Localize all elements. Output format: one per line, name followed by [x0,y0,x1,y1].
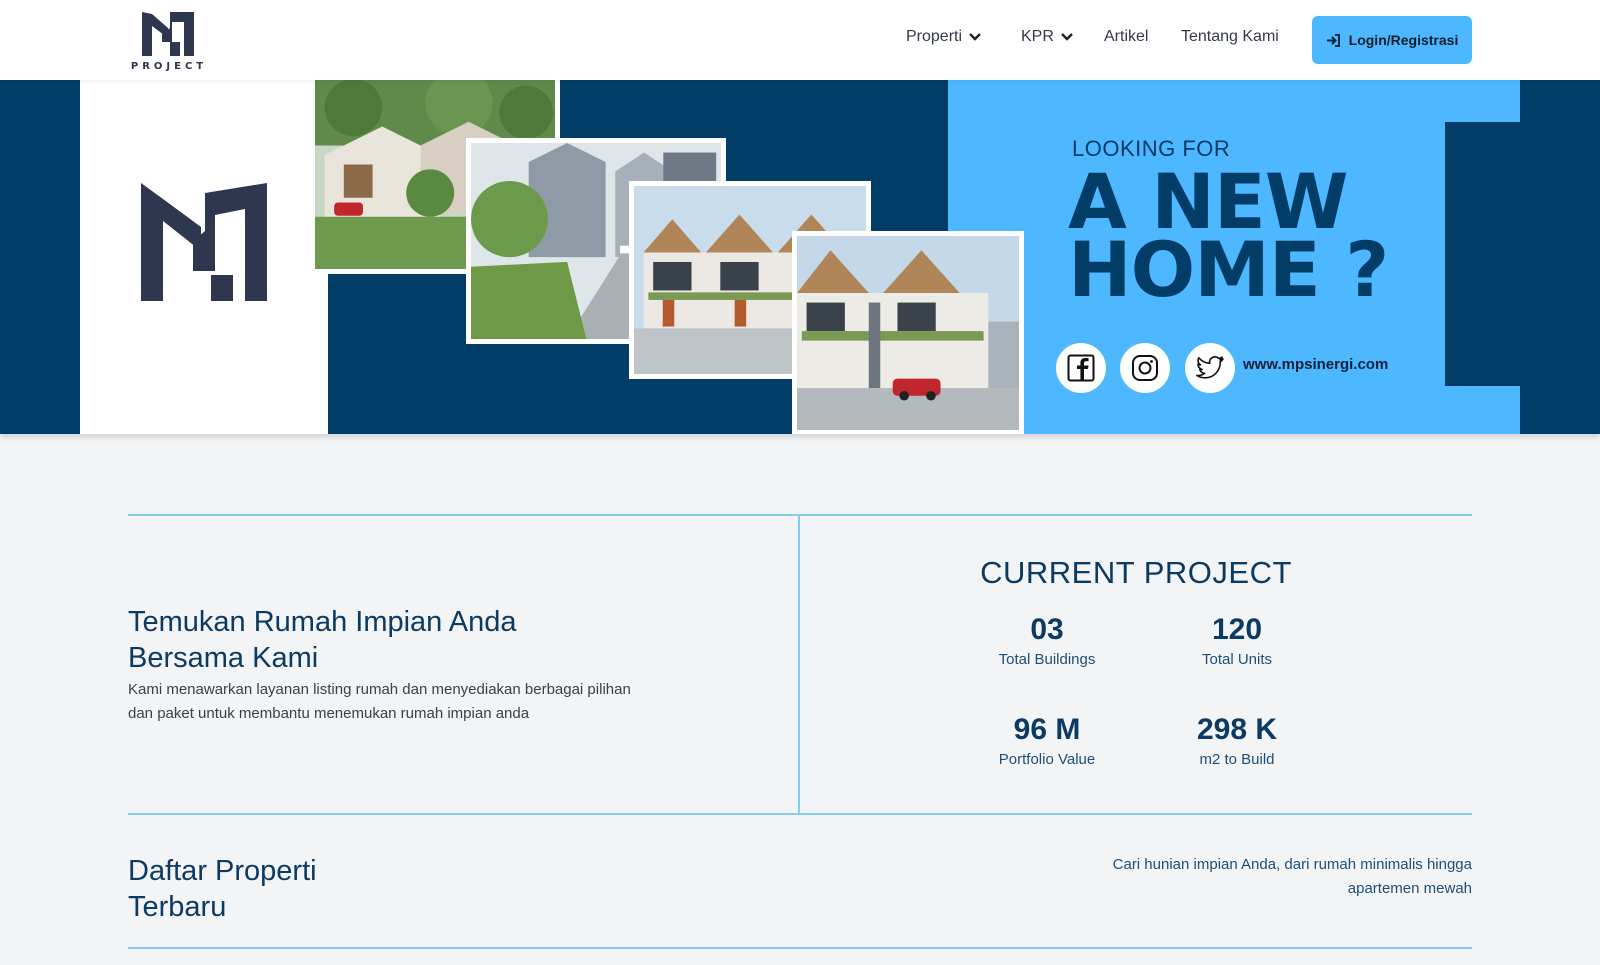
mp-logo-icon [142,12,194,56]
stat-value: 96 M [1013,713,1081,746]
intro-title: Temukan Rumah Impian Anda Bersama Kami [128,604,517,676]
login-register-button[interactable]: Login/Registrasi [1312,16,1472,64]
column-divider [798,515,800,814]
brand-logo[interactable]: PROJECT [126,8,212,74]
facebook-button[interactable] [1056,343,1106,393]
hero-title-line: HOME ? [1068,225,1389,314]
hero-banner[interactable]: LOOKING FOR A NEW HOME ? www.mpsinergi.c… [0,80,1600,434]
house-facade-photo [792,231,1024,434]
section-divider [128,514,1472,516]
nav-item-properti[interactable]: Properti [906,28,982,46]
instagram-icon [1132,355,1158,381]
intro-description: Kami menawarkan layanan listing rumah da… [128,678,688,726]
mp-logo-icon [141,183,267,301]
listing-title-line: Terbaru [128,891,227,923]
intro-description-line: Kami menawarkan layanan listing rumah da… [128,681,631,698]
stats-title: CURRENT PROJECT [980,555,1292,590]
nav-item-kpr[interactable]: KPR [1021,28,1074,46]
stat-label: m2 to Build [1199,751,1275,768]
nav-label: KPR [1021,28,1054,45]
twitter-icon [1196,356,1224,379]
intro-title-line: Bersama Kami [128,642,319,674]
stat-portfolio-value: 96 M Portfolio Value [957,712,1137,768]
stat-label: Portfolio Value [998,751,1096,768]
listing-description: Cari hunian impian Anda, dari rumah mini… [1072,853,1472,901]
stat-label: Total Buildings [998,651,1096,668]
listing-title: Daftar Properti Terbaru [128,853,317,925]
hero-accent-block [1445,122,1520,386]
instagram-button[interactable] [1120,343,1170,393]
section-divider [128,813,1472,815]
intro-description-line: dan paket untuk membantu menemukan rumah… [128,705,530,722]
intro-title-line: Temukan Rumah Impian Anda [128,606,517,638]
login-register-label: Login/Registrasi [1348,32,1459,48]
listing-description-line: apartemen mewah [1347,880,1472,897]
nav-item-artikel[interactable]: Artikel [1104,28,1148,46]
section-divider [128,947,1472,949]
stat-m2-to-build: 298 K m2 to Build [1147,712,1327,768]
stat-total-buildings: 03 Total Buildings [957,612,1137,668]
brand-text: PROJECT [130,61,208,72]
nav-label: Tentang Kami [1181,28,1279,45]
nav-item-tentang-kami[interactable]: Tentang Kami [1181,28,1279,46]
facebook-icon [1067,354,1095,382]
nav-label: Artikel [1104,28,1149,45]
stat-total-units: 120 Total Units [1147,612,1327,668]
hero-title: A NEW HOME ? [1068,164,1389,314]
nav-label: Properti [906,28,963,45]
sign-in-icon [1326,33,1340,47]
website-link[interactable]: www.mpsinergi.com [1243,356,1388,373]
stat-value: 120 [1211,613,1263,646]
listing-description-line: Cari hunian impian Anda, dari rumah mini… [1112,856,1472,873]
twitter-button[interactable] [1185,343,1235,393]
stat-label: Total Units [1201,651,1273,668]
stat-value: 03 [1030,613,1064,646]
listing-title-line: Daftar Properti [128,855,317,887]
chevron-down-icon [1061,33,1073,41]
navbar: PROJECT Properti KPR Artikel Tentang Kam… [0,0,1600,80]
chevron-down-icon [969,33,981,41]
stat-value: 298 K [1196,713,1278,746]
